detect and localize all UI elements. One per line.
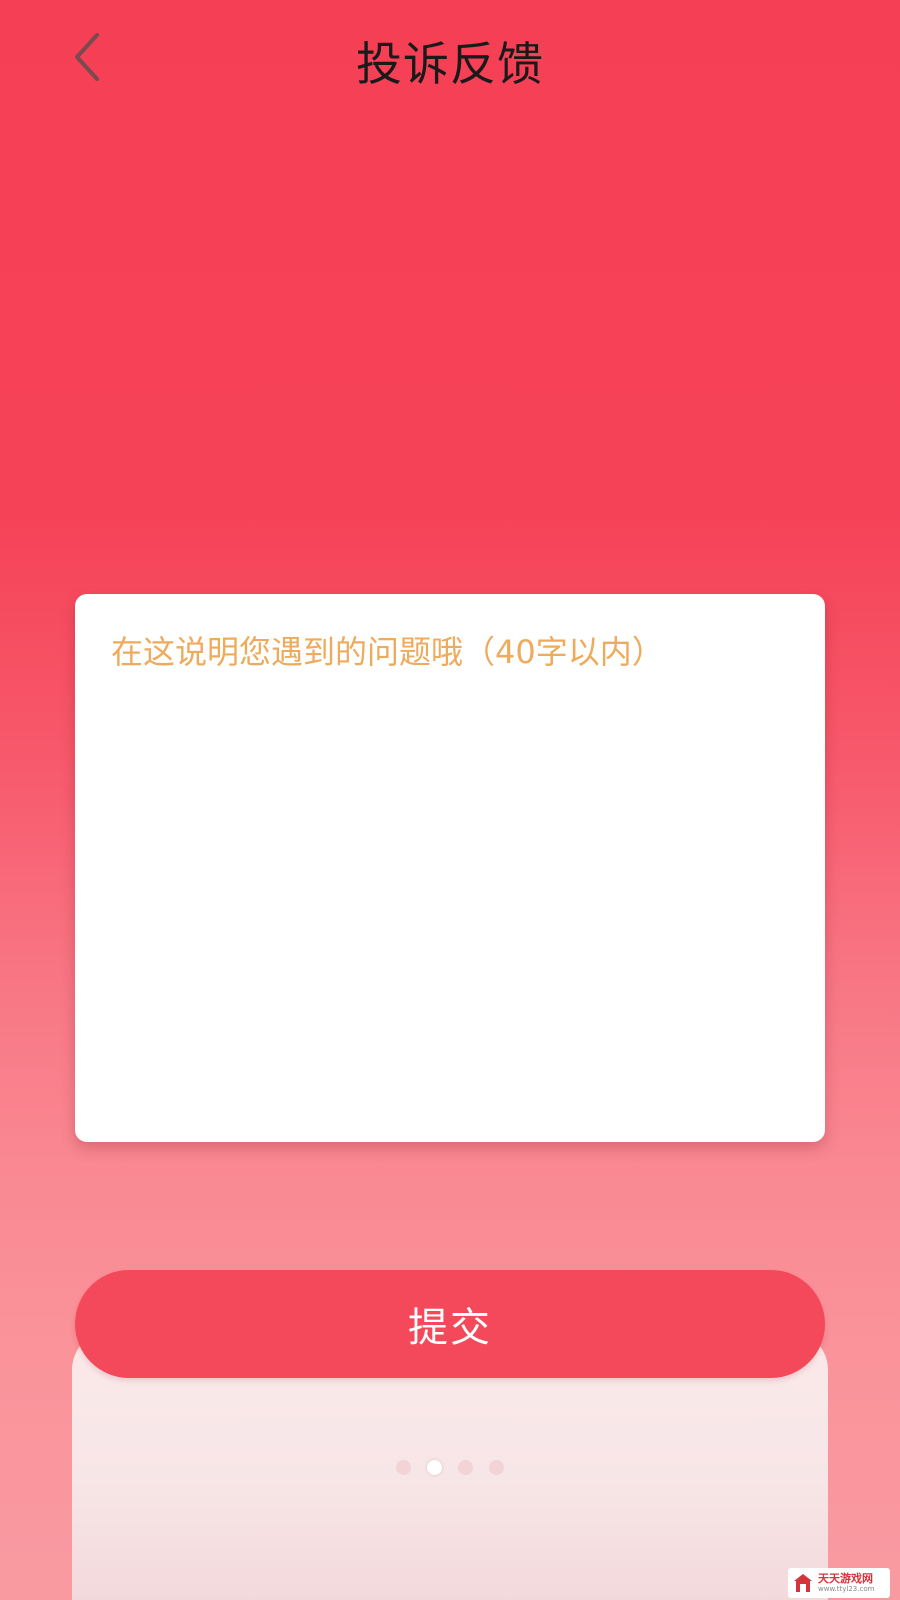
site-watermark: 天天游戏网 www.ttyl23.com — [788, 1568, 890, 1598]
feedback-card — [75, 594, 825, 1142]
carousel-dot-active[interactable] — [427, 1460, 442, 1475]
submit-button[interactable]: 提交 — [75, 1270, 825, 1378]
carousel-indicator — [0, 1460, 900, 1475]
carousel-dot[interactable] — [458, 1460, 473, 1475]
app-header: 投诉反馈 — [0, 0, 900, 120]
watermark-name: 天天游戏网 — [818, 1572, 873, 1585]
carousel-dot[interactable] — [489, 1460, 504, 1475]
carousel-dot[interactable] — [396, 1460, 411, 1475]
house-logo-icon — [794, 1574, 812, 1592]
page-title: 投诉反馈 — [356, 37, 544, 91]
watermark-url: www.ttyl23.com — [818, 1585, 875, 1593]
feedback-textarea[interactable] — [111, 630, 789, 1106]
